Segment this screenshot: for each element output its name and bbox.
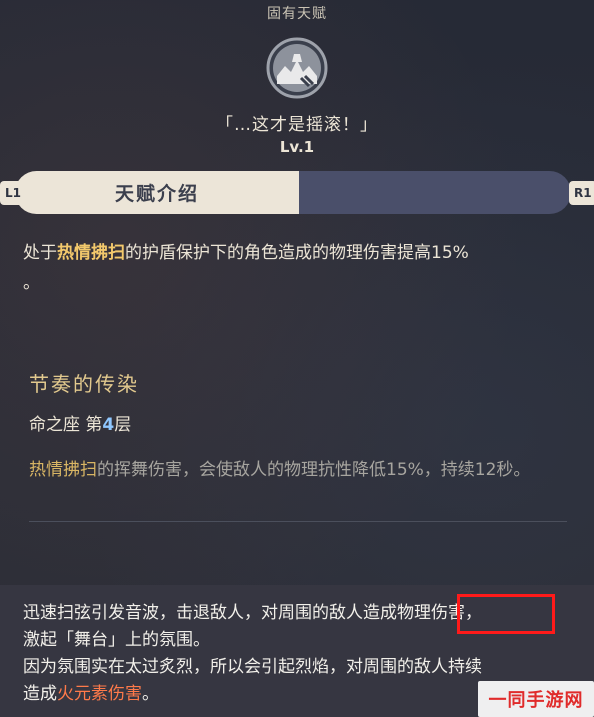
desc-text: 处于 bbox=[23, 243, 57, 263]
constellation-title: 节奏的传染 bbox=[29, 372, 139, 396]
watermark-text: 一同手游网 bbox=[488, 690, 584, 711]
annotation-highlight-box bbox=[457, 594, 555, 634]
constellation-description: 热情拂扫的挥舞伤害，会使敌人的物理抗性降低15%，持续12秒。 bbox=[29, 456, 567, 485]
talent-name: 「…这才是摇滚！」 bbox=[216, 115, 378, 135]
caption-text: 因为氛围实在太过炙烈，所以会引起烈焰，对周围的敌人持续 bbox=[23, 657, 482, 677]
divider bbox=[29, 521, 567, 522]
layer-suffix: 层 bbox=[114, 415, 132, 435]
talent-level: Lv.1 bbox=[279, 138, 315, 156]
tab-bar: 天赋介绍 bbox=[15, 171, 571, 214]
rock-hand-emblem-icon bbox=[266, 37, 328, 99]
desc-highlight: 热情拂扫 bbox=[57, 243, 125, 263]
talent-panel: 固有天赋 「…这才是摇滚！」 Lv.1 天赋介绍 L1 R1 处于热情拂扫的护盾… bbox=[0, 0, 594, 585]
layer-prefix: 命之座 第 bbox=[29, 415, 103, 435]
layer-number: 4 bbox=[102, 415, 115, 435]
desc-text: 的护盾保护下的角色造成的物理伤害提高15% bbox=[125, 243, 469, 263]
watermark-logo: 一同手游网 bbox=[478, 681, 594, 717]
l1-button[interactable]: L1 bbox=[0, 181, 26, 205]
caption-text: 激起「舞台」上的氛围。 bbox=[23, 630, 210, 650]
tab-label: 天赋介绍 bbox=[114, 183, 199, 205]
caption-pyro-damage: 火元素伤害 bbox=[57, 684, 142, 704]
tab-secondary[interactable] bbox=[299, 171, 571, 214]
const-text: 的挥舞伤害，会使敌人的物理抗性降低15%，持续12秒。 bbox=[97, 460, 531, 480]
constellation-layer: 命之座 第4层 bbox=[29, 410, 131, 435]
talent-description: 处于热情拂扫的护盾保护下的角色造成的物理伤害提高15% 。 bbox=[23, 238, 568, 298]
caption-text: 造成 bbox=[23, 684, 57, 704]
caption-physical-damage: 物理伤害 bbox=[397, 603, 465, 623]
tab-talent-intro[interactable]: 天赋介绍 bbox=[15, 171, 299, 214]
const-highlight: 热情拂扫 bbox=[29, 460, 97, 480]
desc-text: 。 bbox=[23, 273, 40, 293]
caption-text: 。 bbox=[142, 684, 159, 704]
r1-button[interactable]: R1 bbox=[569, 181, 594, 205]
caption-text: 迅速扫弦引发音波，击退敌人，对周围的敌人造成 bbox=[23, 603, 397, 623]
section-label: 固有天赋 bbox=[267, 6, 327, 22]
